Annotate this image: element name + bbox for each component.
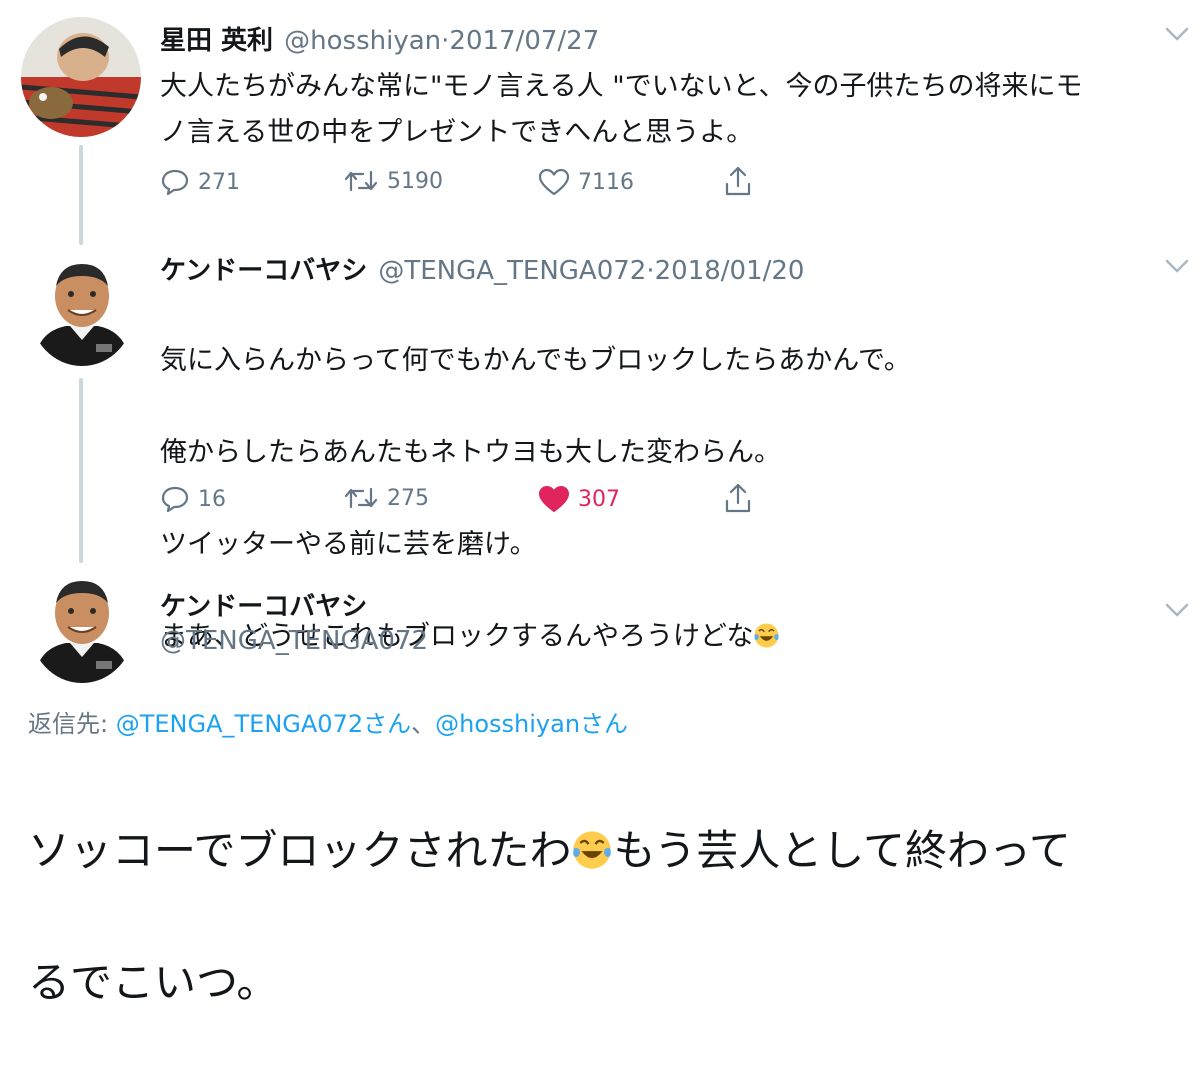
reply-count: 16 <box>198 486 226 512</box>
reply-separator: 、 <box>411 710 436 738</box>
retweet-icon <box>344 170 378 192</box>
reply-icon <box>161 486 189 513</box>
reply-count: 271 <box>198 169 240 195</box>
user-handle[interactable]: @TENGA_TENGA072 <box>378 256 646 286</box>
user-handle[interactable]: @hosshiyan <box>284 26 441 56</box>
retweet-icon <box>344 487 378 509</box>
tweet-line: 俺からしたらあんたもネトウヨも大した変わらん。 <box>160 437 781 468</box>
display-name[interactable]: ケンドーコバヤシ <box>160 586 367 623</box>
like-count: 7116 <box>578 169 634 195</box>
tweet-line: 気に入らんからって何でもかんでもブロックしたらあかんで。 <box>160 345 911 376</box>
like-icon <box>538 168 570 196</box>
tweet-text: ソッコーでブロックされたわ もう芸人として終わって るでこいつ。 <box>28 752 1188 1082</box>
share-icon <box>725 166 751 196</box>
reply-button[interactable]: 16 <box>160 485 226 513</box>
reply-context: 返信先: @TENGA_TENGA072さん、@hosshiyanさん <box>28 704 628 739</box>
mention-link[interactable]: @TENGA_TENGA072さん <box>116 710 411 738</box>
thread-line-2 <box>79 378 83 563</box>
chevron-down-icon[interactable] <box>1164 602 1190 622</box>
chevron-down-icon[interactable] <box>1164 258 1190 278</box>
share-button[interactable] <box>723 481 753 515</box>
reply-button[interactable]: 271 <box>160 168 240 196</box>
mention-link[interactable]: @hosshiyanさん <box>435 710 628 738</box>
like-count: 307 <box>578 486 620 512</box>
retweet-count: 5190 <box>387 168 443 194</box>
tweet-line: ツイッターやる前に芸を磨け。 <box>160 529 537 560</box>
tweet-date[interactable]: 2018/01/20 <box>655 256 805 286</box>
user-handle[interactable]: @TENGA_TENGA072 <box>160 626 428 656</box>
avatar-photo-icon <box>30 256 134 366</box>
avatar-photo-icon <box>21 17 141 137</box>
avatar[interactable] <box>30 256 134 366</box>
avatar[interactable] <box>21 17 141 137</box>
share-button[interactable] <box>723 164 753 198</box>
display-name[interactable]: 星田 英利 <box>160 26 273 56</box>
action-bar: 16 275 307 <box>160 481 780 521</box>
action-bar: 271 5190 7116 <box>160 164 780 204</box>
tweet-text: 大人たちがみんな常に"モノ言える人 "でいないと、今の子供たちの将来にモ ノ言え… <box>160 71 1083 148</box>
tweet-date[interactable]: 2017/07/27 <box>449 26 599 56</box>
avatar[interactable] <box>30 573 134 683</box>
tweet-text-part: もう芸人として終わって <box>613 826 1071 875</box>
share-icon <box>725 483 751 513</box>
like-button[interactable]: 7116 <box>538 168 634 196</box>
reply-icon <box>161 169 189 196</box>
tears-of-joy-emoji <box>754 623 780 648</box>
retweet-button[interactable]: 5190 <box>343 168 443 194</box>
thread-line-1 <box>79 145 83 245</box>
tweet-text-part: ソッコーでブロックされたわ <box>28 826 572 875</box>
tweet-text-part: るでこいつ。 <box>28 958 279 1007</box>
like-button[interactable]: 307 <box>538 485 620 513</box>
separator-dot: · <box>646 256 655 286</box>
reply-prefix: 返信先: <box>28 710 116 738</box>
display-name[interactable]: ケンドーコバヤシ <box>160 256 367 286</box>
retweet-count: 275 <box>387 485 429 511</box>
tears-of-joy-emoji <box>573 831 612 869</box>
like-icon <box>539 486 569 512</box>
avatar-photo-icon <box>30 573 134 683</box>
retweet-button[interactable]: 275 <box>343 485 429 511</box>
chevron-down-icon[interactable] <box>1164 26 1190 46</box>
